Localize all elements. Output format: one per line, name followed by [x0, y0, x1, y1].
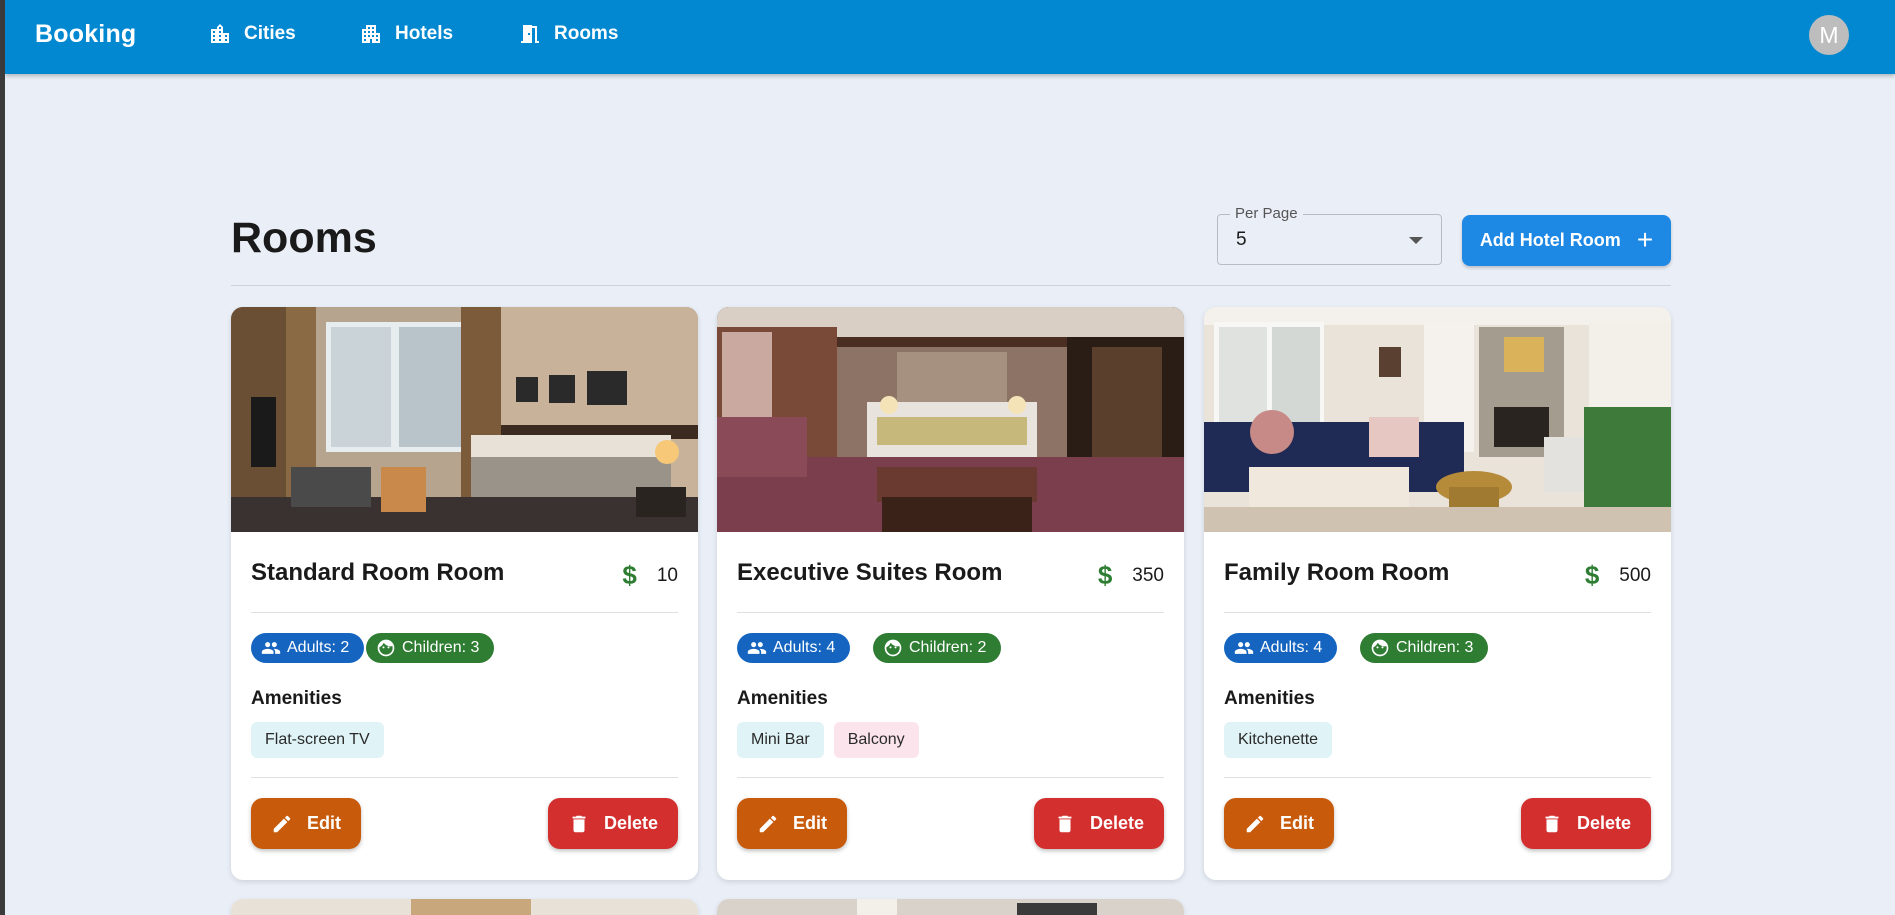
- edit-button[interactable]: Edit: [251, 798, 361, 849]
- children-chip: Children: 3: [1360, 633, 1489, 663]
- children-chip: Children: 3: [366, 633, 495, 663]
- delete-button[interactable]: Delete: [1521, 798, 1651, 849]
- price-value: 500: [1619, 564, 1651, 586]
- amenities-title: Amenities: [251, 688, 342, 709]
- pencil-icon: [1246, 815, 1264, 832]
- pencil-icon: [759, 815, 777, 832]
- delete-label: Delete: [1089, 813, 1145, 833]
- amenity-chip: Mini Bar: [737, 722, 824, 758]
- card-divider: [251, 612, 678, 613]
- nav-item-cities[interactable]: Cities: [208, 22, 296, 46]
- amenities-title: Amenities: [1224, 688, 1315, 709]
- amenities-title: Amenities: [737, 688, 828, 709]
- room-name: Executive Suites Room: [737, 559, 1003, 586]
- door-icon: [521, 25, 539, 43]
- app-bar: Booking Cities Hotels Rooms M: [5, 0, 1895, 74]
- adults-label: Adults: 4: [1260, 639, 1323, 656]
- room-card: Executive Suites Room $ 350 Adults: 4 Ch…: [717, 307, 1184, 880]
- edit-button[interactable]: Edit: [737, 798, 847, 849]
- room-card-partial: [717, 899, 1184, 915]
- price-value: 10: [656, 564, 678, 586]
- page-title: Rooms: [231, 214, 377, 262]
- card-divider: [1224, 777, 1651, 778]
- adults-chip: Adults: 4: [737, 633, 851, 663]
- delete-label: Delete: [603, 813, 659, 833]
- adults-label: Adults: 4: [773, 639, 836, 656]
- plus-icon: +: [1636, 223, 1654, 255]
- dollar-icon: $: [622, 560, 637, 590]
- amenities-list: Kitchenette: [1224, 722, 1333, 758]
- adults-chip: Adults: 2: [251, 633, 365, 663]
- amenity-chip: Flat-screen TV: [251, 722, 384, 758]
- adults-label: Adults: 2: [287, 639, 350, 656]
- room-card-partial: [231, 899, 698, 915]
- nav-label-rooms: Rooms: [554, 23, 619, 44]
- pencil-icon: [273, 815, 291, 832]
- child-face-icon: [884, 639, 902, 657]
- room-card: Standard Room Room $ 10 Adults: 2 Childr…: [231, 307, 698, 880]
- delete-button[interactable]: Delete: [548, 798, 678, 849]
- adults-chip: Adults: 4: [1224, 633, 1338, 663]
- room-price: $ 350: [1098, 560, 1164, 591]
- per-page-value: 5: [1236, 229, 1247, 250]
- card-divider: [737, 612, 1164, 613]
- edit-button[interactable]: Edit: [1224, 798, 1334, 849]
- children-label: Children: 3: [1396, 639, 1474, 656]
- add-hotel-room-button[interactable]: Add Hotel Room +: [1462, 215, 1671, 266]
- delete-label: Delete: [1576, 813, 1632, 833]
- room-photo: [1204, 307, 1671, 532]
- amenity-chip: Balcony: [833, 722, 919, 758]
- amenities-list: Mini Bar Balcony: [737, 722, 919, 758]
- child-face-icon: [1371, 639, 1389, 657]
- card-divider: [737, 777, 1164, 778]
- room-photo: [717, 307, 1184, 532]
- room-price: $ 10: [622, 560, 678, 591]
- dropdown-arrow-icon: [1409, 237, 1423, 244]
- edit-label: Edit: [793, 813, 827, 833]
- child-face-icon: [377, 639, 395, 657]
- trash-icon: [1545, 815, 1559, 832]
- edit-label: Edit: [1280, 813, 1314, 833]
- amenity-chip: Kitchenette: [1224, 722, 1333, 758]
- room-card: Family Room Room $ 500 Adults: 4 Childre…: [1204, 307, 1671, 880]
- edit-label: Edit: [307, 813, 341, 833]
- people-icon: [747, 642, 767, 654]
- room-price: $ 500: [1585, 560, 1651, 591]
- people-icon: [1234, 642, 1254, 654]
- dollar-icon: $: [1097, 560, 1113, 590]
- window-edge: [0, 0, 5, 915]
- children-label: Children: 3: [402, 639, 480, 656]
- city-icon: [211, 24, 229, 43]
- children-chip: Children: 2: [873, 633, 1002, 663]
- nav-label-hotels: Hotels: [395, 23, 454, 44]
- nav-item-hotels[interactable]: Hotels: [359, 22, 453, 46]
- card-divider: [1224, 612, 1651, 613]
- user-avatar[interactable]: M: [1809, 15, 1849, 55]
- add-hotel-room-label: Add Hotel Room: [1479, 230, 1621, 250]
- dollar-icon: $: [1584, 560, 1600, 590]
- amenities-list: Flat-screen TV: [251, 722, 384, 758]
- delete-button[interactable]: Delete: [1034, 798, 1164, 849]
- people-icon: [261, 642, 281, 654]
- card-divider: [251, 777, 678, 778]
- nav-item-rooms[interactable]: Rooms: [518, 22, 618, 46]
- title-divider: [231, 285, 1671, 286]
- per-page-label: Per Page: [1230, 205, 1303, 222]
- children-label: Children: 2: [909, 639, 987, 656]
- hotel-building-icon: [362, 25, 380, 43]
- nav-label-cities: Cities: [244, 23, 296, 44]
- trash-icon: [572, 815, 586, 832]
- brand-logo[interactable]: Booking: [35, 20, 136, 49]
- room-name: Standard Room Room: [251, 559, 505, 586]
- per-page-select[interactable]: Per Page 5: [1217, 205, 1442, 265]
- room-photo: [231, 307, 698, 532]
- room-name: Family Room Room: [1224, 559, 1450, 586]
- price-value: 350: [1132, 564, 1164, 586]
- trash-icon: [1058, 815, 1072, 832]
